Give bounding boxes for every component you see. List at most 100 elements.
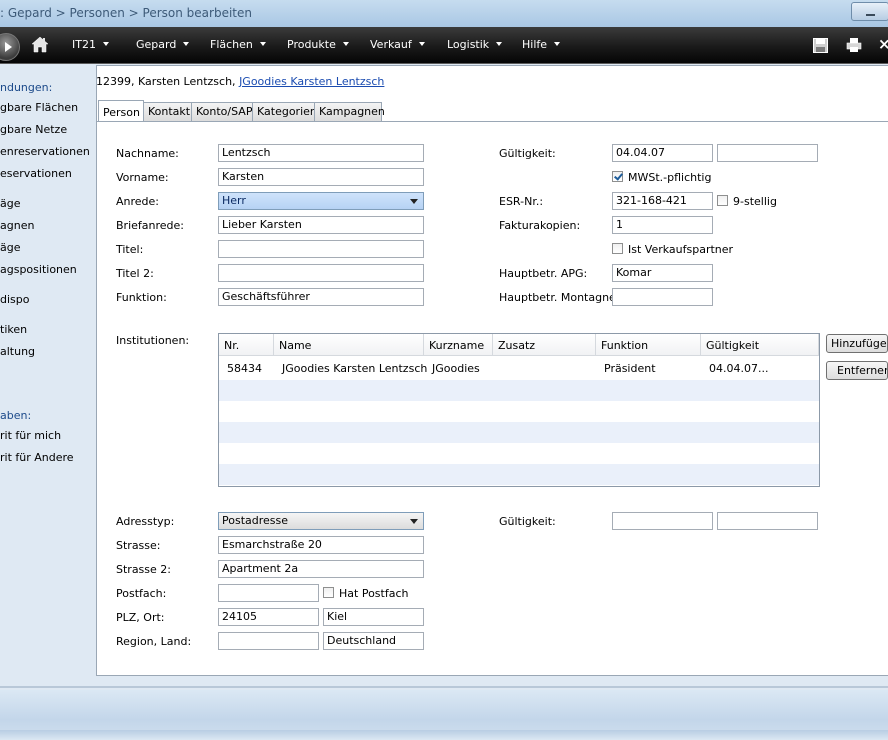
strasse2-field[interactable]: Apartment 2a — [218, 560, 424, 578]
sidebar-item[interactable]: gbare Netze — [0, 123, 67, 136]
menu-hilfe[interactable]: Hilfe — [522, 38, 561, 51]
mwst-label: MWSt.-pflichtig — [628, 171, 712, 184]
ort-field[interactable]: Kiel — [323, 608, 424, 626]
breadcrumb-text: 12399, Karsten Lentzsch, — [96, 75, 240, 88]
menu-gepard[interactable]: Gepard — [136, 38, 190, 51]
sidebar-group-title: ndungen: — [0, 81, 53, 94]
column-header[interactable]: Name — [274, 334, 424, 356]
home-icon[interactable] — [31, 36, 49, 53]
table-row — [219, 401, 819, 422]
funktion-label: Funktion: — [116, 291, 167, 304]
taskbar-edge — [0, 730, 888, 740]
table-row[interactable]: 58434 JGoodies Karsten Lentzsch JGoodies… — [219, 358, 819, 379]
institutionen-table: Nr. Name Kurzname Zusatz Funktion Gültig… — [218, 333, 820, 487]
verkaufspartner-label: Ist Verkaufspartner — [628, 243, 734, 256]
menu-produkte[interactable]: Produkte — [287, 38, 349, 51]
sidebar-item[interactable]: agnen — [0, 219, 34, 232]
nachname-label: Nachname: — [116, 147, 179, 160]
vorname-field[interactable]: Karsten — [218, 168, 424, 186]
close-icon[interactable]: × — [878, 35, 888, 53]
table-row — [219, 464, 819, 485]
minimize-button[interactable] — [851, 2, 888, 21]
fakturakopien-label: Fakturakopien: — [499, 219, 581, 232]
column-header[interactable]: Zusatz — [493, 334, 596, 356]
anrede-label: Anrede: — [116, 195, 160, 208]
gueltigkeit-to-field[interactable] — [717, 144, 818, 162]
breadcrumb-link[interactable]: JGoodies Karsten Lentzsch — [239, 75, 384, 88]
strasse-field[interactable]: Esmarchstraße 20 — [218, 536, 424, 554]
titel-field[interactable] — [218, 240, 424, 258]
sidebar-item[interactable]: äge — [0, 197, 21, 210]
hauptbetr-montage-label: Hauptbetr. Montagne: — [499, 291, 620, 304]
sidebar-item[interactable]: gbare Flächen — [0, 101, 78, 114]
esr-label: ESR-Nr.: — [499, 195, 544, 208]
postfach-field[interactable] — [218, 584, 319, 602]
tab-kampagnen[interactable]: Kampagnen — [314, 102, 385, 121]
breadcrumb: 12399, Karsten Lentzsch, JGoodies Karste… — [96, 75, 384, 88]
sidebar-item[interactable]: tiken — [0, 323, 27, 336]
status-bar — [0, 686, 888, 688]
land-field[interactable]: Deutschland — [323, 632, 424, 650]
table-cell: 58434 — [227, 362, 262, 375]
funktion-field[interactable]: Geschäftsführer — [218, 288, 424, 306]
column-header[interactable]: Gültigkeit — [701, 334, 819, 356]
adresse-gueltigkeit-to-field[interactable] — [717, 512, 818, 530]
column-header[interactable]: Funktion — [596, 334, 701, 356]
plz-ort-label: PLZ, Ort: — [116, 611, 165, 624]
column-header[interactable]: Kurzname — [424, 334, 493, 356]
sidebar-item[interactable]: eservationen — [0, 167, 72, 180]
hat-postfach-checkbox[interactable] — [323, 587, 334, 598]
menu-bar: IT21 Gepard Flächen Produkte Verkauf Log… — [0, 27, 888, 64]
titel2-label: Titel 2: — [116, 267, 154, 280]
add-institution-button[interactable]: Hinzufügen... — [826, 334, 888, 353]
nachname-field[interactable]: Lentzsch — [218, 144, 424, 162]
back-button[interactable] — [0, 33, 20, 61]
vorname-label: Vorname: — [116, 171, 169, 184]
titel-label: Titel: — [116, 243, 144, 256]
menu-flaechen[interactable]: Flächen — [210, 38, 266, 51]
sidebar-item[interactable]: enreservationen — [0, 145, 90, 158]
tab-kategorien[interactable]: Kategorien — [252, 102, 317, 121]
hauptbetr-montage-field[interactable] — [612, 288, 713, 306]
sidebar-item[interactable]: agspositionen — [0, 263, 77, 276]
chevron-down-icon — [410, 199, 418, 204]
menu-verkauf[interactable]: Verkauf — [370, 38, 425, 51]
table-cell: 04.04.07... — [709, 362, 769, 375]
arrow-right-icon — [5, 42, 12, 52]
tab-person[interactable]: Person — [98, 100, 144, 122]
plz-field[interactable]: 24105 — [218, 608, 319, 626]
menu-it21[interactable]: IT21 — [72, 38, 109, 51]
gueltigkeit-from-field[interactable]: 04.04.07 — [612, 144, 713, 162]
save-icon[interactable] — [813, 38, 828, 53]
menu-logistik[interactable]: Logistik — [447, 38, 503, 51]
sidebar-item[interactable]: dispo — [0, 293, 29, 306]
sidebar-item[interactable]: äge — [0, 241, 21, 254]
sidebar-item[interactable]: rit für mich — [0, 429, 61, 442]
hauptbetr-apg-field[interactable]: Komar — [612, 264, 713, 282]
mwst-checkbox[interactable] — [612, 171, 623, 182]
anrede-select[interactable]: Herr — [218, 192, 424, 210]
tab-kontakt[interactable]: Kontakt — [143, 102, 193, 121]
fakturakopien-field[interactable]: 1 — [612, 216, 713, 234]
table-row — [219, 380, 819, 401]
table-row — [219, 422, 819, 443]
sidebar-item[interactable]: rit für Andere — [0, 451, 74, 464]
esr-field[interactable]: 321-168-421 — [612, 192, 713, 210]
sidebar-item[interactable]: altung — [0, 345, 35, 358]
titel2-field[interactable] — [218, 264, 424, 282]
column-header[interactable]: Nr. — [219, 334, 274, 356]
adresstyp-select[interactable]: Postadresse — [218, 512, 424, 530]
print-icon[interactable] — [846, 37, 862, 53]
tab-divider — [96, 121, 888, 122]
chevron-down-icon — [410, 519, 418, 524]
neunstellig-checkbox[interactable] — [717, 195, 728, 206]
adresse-gueltigkeit-from-field[interactable] — [612, 512, 713, 530]
tab-konto-sap[interactable]: Konto/SAP — [191, 102, 254, 121]
verkaufspartner-checkbox[interactable] — [612, 243, 623, 254]
region-field[interactable] — [218, 632, 319, 650]
remove-institution-button[interactable]: Entfernen — [826, 361, 888, 380]
briefanrede-field[interactable]: Lieber Karsten — [218, 216, 424, 234]
strasse-label: Strasse: — [116, 539, 161, 552]
sidebar-group-title: aben: — [0, 409, 32, 422]
adresstyp-label: Adresstyp: — [116, 515, 175, 528]
